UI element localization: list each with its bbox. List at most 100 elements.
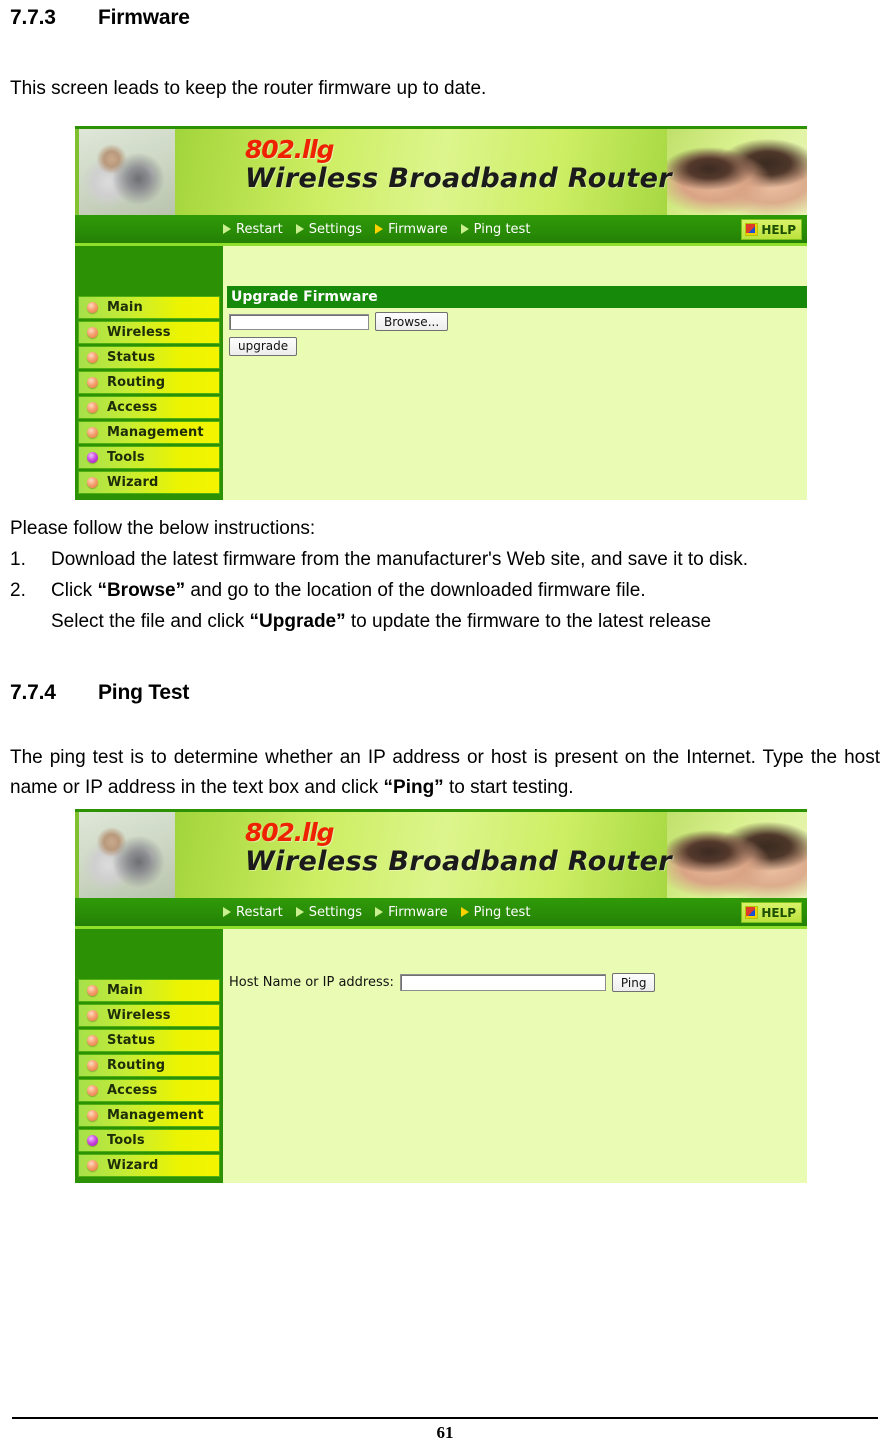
router-content-ping: Host Name or IP address: Ping bbox=[223, 929, 807, 1183]
banner-photo-left bbox=[79, 812, 175, 898]
nav-item-settings[interactable]: Settings bbox=[295, 221, 363, 237]
banner-standard-label: 802.llg bbox=[245, 818, 335, 847]
bullet-icon bbox=[87, 377, 98, 388]
arrow-right-icon bbox=[223, 224, 231, 234]
sidebar-item-management[interactable]: Management bbox=[78, 1104, 220, 1127]
sidebar-item-routing[interactable]: Routing bbox=[78, 1054, 220, 1077]
sidebar-item-tools[interactable]: Tools bbox=[78, 446, 220, 469]
list-marker: 1. bbox=[10, 549, 26, 570]
banner-photo-right bbox=[667, 129, 807, 215]
sidebar-item-wireless[interactable]: Wireless bbox=[78, 1004, 220, 1027]
router-navbar: Restart Settings Firmware Ping test HELP bbox=[75, 215, 807, 246]
sidebar-item-label: Wizard bbox=[107, 475, 159, 490]
sidebar-item-label: Wireless bbox=[107, 1008, 171, 1023]
nav-label: Ping test bbox=[473, 904, 531, 920]
nav-item-ping-test[interactable]: Ping test bbox=[460, 221, 531, 237]
bullet-icon bbox=[87, 985, 98, 996]
nav-item-restart[interactable]: Restart bbox=[223, 905, 283, 920]
arrow-right-icon bbox=[223, 907, 231, 917]
section-number: 7.7.4 bbox=[10, 681, 56, 704]
sidebar-item-access[interactable]: Access bbox=[78, 1079, 220, 1102]
sidebar-item-label: Tools bbox=[107, 450, 145, 465]
host-name-label: Host Name or IP address: bbox=[229, 975, 394, 990]
nav-label: Settings bbox=[308, 221, 363, 237]
sidebar-item-label: Status bbox=[107, 350, 156, 365]
ping-intro-bold: “Ping” bbox=[383, 777, 444, 798]
sidebar-item-tools[interactable]: Tools bbox=[78, 1129, 220, 1152]
sidebar-item-label: Status bbox=[107, 1033, 156, 1048]
arrow-right-icon bbox=[460, 224, 469, 234]
bullet-icon bbox=[87, 352, 98, 363]
help-label: HELP bbox=[761, 222, 796, 237]
sidebar-item-access[interactable]: Access bbox=[78, 396, 220, 419]
banner-standard-label: 802.llg bbox=[245, 135, 335, 164]
sidebar-item-main[interactable]: Main bbox=[78, 296, 220, 319]
sidebar-item-label: Wireless bbox=[107, 325, 171, 340]
list-text-b: and go to the location of the downloaded… bbox=[185, 580, 646, 601]
router-sidebar: Main Wireless Status Routing Access Mana… bbox=[75, 929, 223, 1183]
router-nav-list: Restart Settings Firmware Ping test bbox=[223, 215, 530, 243]
upgrade-button[interactable]: upgrade bbox=[229, 336, 298, 356]
sidebar-item-wizard[interactable]: Wizard bbox=[78, 1154, 220, 1177]
nav-item-ping-test[interactable]: Ping test bbox=[460, 904, 531, 920]
nav-label: Firmware bbox=[388, 904, 448, 920]
ping-button[interactable]: Ping bbox=[611, 973, 656, 992]
banner-product-name: Wireless Broadband Router bbox=[245, 163, 673, 194]
sidebar-item-label: Routing bbox=[107, 375, 166, 390]
banner-photo-left bbox=[79, 129, 175, 215]
nav-item-firmware[interactable]: Firmware bbox=[375, 222, 448, 237]
list-text-bold: “Browse” bbox=[97, 580, 186, 601]
list-text-bold: “Upgrade” bbox=[249, 611, 346, 632]
sidebar-item-status[interactable]: Status bbox=[78, 346, 220, 369]
firmware-intro-paragraph: This screen leads to keep the router fir… bbox=[10, 78, 487, 99]
nav-label: Ping test bbox=[473, 221, 531, 237]
sidebar-item-label: Access bbox=[107, 400, 158, 415]
router-content-firmware: Upgrade Firmware Browse... upgrade bbox=[223, 246, 807, 500]
nav-label: Restart bbox=[236, 904, 283, 920]
help-button[interactable]: HELP bbox=[741, 219, 802, 240]
router-nav-list: Restart Settings Firmware Ping test bbox=[223, 898, 530, 926]
list-marker: 2. bbox=[10, 580, 26, 601]
sidebar-item-label: Main bbox=[107, 983, 143, 998]
router-ui-firmware-screenshot: 802.llg Wireless Broadband Router Restar… bbox=[75, 126, 807, 500]
bullet-icon bbox=[87, 452, 98, 463]
sidebar-item-label: Tools bbox=[107, 1133, 145, 1148]
help-button[interactable]: HELP bbox=[741, 902, 802, 923]
router-ui-ping-screenshot: 802.llg Wireless Broadband Router Restar… bbox=[75, 809, 807, 1183]
host-name-input[interactable] bbox=[399, 974, 606, 991]
sidebar-item-status[interactable]: Status bbox=[78, 1029, 220, 1052]
sidebar-item-label: Main bbox=[107, 300, 143, 315]
bullet-icon bbox=[87, 402, 98, 413]
browse-button[interactable]: Browse... bbox=[375, 312, 449, 331]
page-number: 61 bbox=[436, 1423, 454, 1442]
list-item-text: Download the latest firmware from the ma… bbox=[51, 549, 749, 570]
arrow-right-icon bbox=[375, 907, 384, 917]
ping-form-row: Host Name or IP address: Ping bbox=[223, 929, 807, 992]
help-icon bbox=[745, 223, 759, 236]
nav-item-settings[interactable]: Settings bbox=[295, 905, 362, 920]
bullet-icon bbox=[87, 1135, 98, 1146]
arrow-right-icon bbox=[460, 907, 469, 917]
section-number: 7.7.3 bbox=[10, 6, 56, 29]
list-text-b: to update the firmware to the latest rel… bbox=[345, 611, 712, 632]
router-banner: 802.llg Wireless Broadband Router bbox=[75, 126, 807, 215]
sidebar-item-routing[interactable]: Routing bbox=[78, 371, 220, 394]
sidebar-item-main[interactable]: Main bbox=[78, 979, 220, 1002]
nav-label: Firmware bbox=[388, 221, 448, 237]
list-item: 2. Click “Browse” and go to the location… bbox=[10, 575, 880, 637]
nav-label: Restart bbox=[236, 221, 283, 237]
firmware-file-row: Browse... bbox=[227, 308, 807, 331]
sidebar-top-spacer bbox=[78, 932, 220, 979]
footer-divider bbox=[12, 1417, 878, 1419]
nav-item-firmware[interactable]: Firmware bbox=[375, 905, 448, 920]
list-item-line2: Select the file and click “Upgrade” to u… bbox=[51, 606, 880, 637]
firmware-file-input[interactable] bbox=[229, 313, 369, 330]
bullet-icon bbox=[87, 1010, 98, 1021]
sidebar-item-wireless[interactable]: Wireless bbox=[78, 321, 220, 344]
section-title: Firmware bbox=[98, 6, 190, 29]
sidebar-item-wizard[interactable]: Wizard bbox=[78, 471, 220, 494]
nav-item-restart[interactable]: Restart bbox=[223, 222, 283, 237]
bullet-icon bbox=[87, 1035, 98, 1046]
sidebar-item-management[interactable]: Management bbox=[78, 421, 220, 444]
bullet-icon bbox=[87, 1060, 98, 1071]
